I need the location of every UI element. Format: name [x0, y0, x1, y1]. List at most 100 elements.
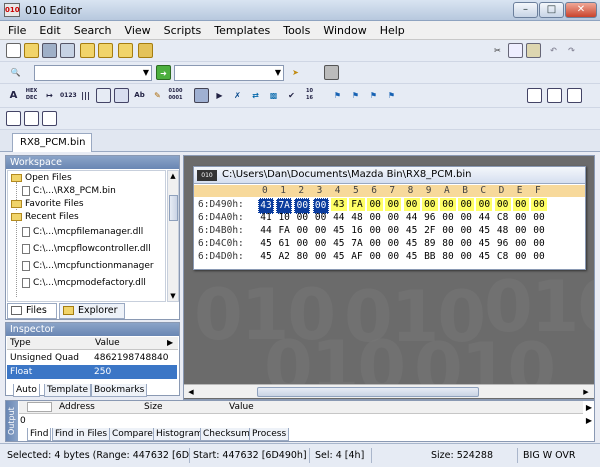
hex-byte[interactable]: 00 — [531, 198, 547, 211]
hex-byte[interactable]: 00 — [294, 211, 310, 224]
inspector-panel-icon[interactable] — [24, 111, 39, 126]
tab-auto[interactable]: Auto — [13, 384, 40, 397]
hex-byte[interactable]: C8 — [495, 211, 511, 224]
hex-byte[interactable]: 44 — [258, 224, 274, 237]
hex-byte[interactable]: 00 — [294, 224, 310, 237]
ascii-icon[interactable]: Ab — [132, 88, 147, 103]
highlight-icon[interactable]: ✎ — [150, 88, 165, 103]
inspector-row-value-selected[interactable]: 250 — [92, 365, 177, 379]
columns-icon[interactable]: ||| — [78, 88, 93, 103]
tab-histogram[interactable]: Histogram — [153, 428, 206, 441]
compare-icon[interactable]: ⇄ — [248, 88, 263, 103]
hex-byte[interactable]: 10 — [276, 211, 292, 224]
window-cascade-icon[interactable] — [527, 88, 542, 103]
tab-explorer[interactable]: Explorer — [59, 303, 125, 319]
hex-byte[interactable]: 00 — [313, 237, 329, 250]
open-folder-icon[interactable] — [80, 43, 95, 58]
close-button[interactable]: ✕ — [565, 2, 597, 18]
window-arrange-icon[interactable] — [567, 88, 582, 103]
hex-byte[interactable]: A2 — [276, 250, 292, 263]
output-panel-icon[interactable] — [42, 111, 57, 126]
hex-view-icon[interactable]: ↦ — [42, 88, 57, 103]
menu-tools[interactable]: Tools — [283, 24, 310, 37]
tab-find[interactable]: Find — [27, 428, 52, 441]
hex-byte[interactable]: 41 — [258, 211, 274, 224]
checksum-icon[interactable]: ✔ — [284, 88, 299, 103]
hex-byte[interactable]: 00 — [494, 198, 511, 211]
hex-byte[interactable]: 00 — [458, 211, 474, 224]
hex-byte[interactable]: 00 — [385, 224, 401, 237]
scroll-right-icon[interactable]: ▶ — [581, 387, 591, 397]
hex-byte[interactable]: 00 — [531, 211, 547, 224]
tree-item-recent[interactable]: C:\...\mcpflowcontroller.dll — [22, 243, 151, 256]
find-next-icon[interactable]: ➜ — [156, 65, 171, 80]
close-file-icon[interactable] — [118, 43, 133, 58]
base-convert-icon[interactable]: 10 16 — [302, 88, 317, 103]
scroll-right-icon[interactable]: ▶ — [167, 336, 177, 350]
col-type[interactable]: Type — [10, 336, 31, 350]
tree-item-rx8-pcm[interactable]: C:\...\RX8_PCM.bin — [22, 185, 116, 198]
menu-window[interactable]: Window — [323, 24, 366, 37]
output-check-column[interactable] — [27, 402, 52, 412]
hex-byte[interactable]: 00 — [513, 224, 529, 237]
find-icon[interactable]: 🔍 — [8, 65, 23, 80]
goto-icon[interactable]: ➤ — [288, 65, 303, 80]
hex-byte[interactable]: 89 — [422, 237, 438, 250]
inspector-row-type-selected[interactable]: Float — [7, 365, 92, 379]
hex-byte[interactable]: 00 — [531, 250, 547, 263]
title-bar[interactable]: 010 010 Editor – □ ✕ — [0, 0, 600, 21]
hex-byte[interactable]: 00 — [513, 211, 529, 224]
hex-byte[interactable]: 00 — [313, 250, 329, 263]
hex-byte[interactable]: 00 — [403, 198, 420, 211]
hex-byte[interactable]: 00 — [367, 237, 383, 250]
hex-byte[interactable]: 00 — [458, 250, 474, 263]
hex-row[interactable]: 6:D4A0h: 41 10 00 00 44 48 00 00 44 96 00 00 44 C8 00 00 — [194, 211, 585, 224]
histogram-icon[interactable]: ▩ — [266, 88, 281, 103]
binary-icon[interactable]: 0100 0001 — [168, 88, 183, 103]
hex-byte[interactable]: 00 — [440, 224, 456, 237]
scroll-left-icon[interactable]: ◀ — [186, 387, 196, 397]
hex-byte[interactable]: 00 — [385, 250, 401, 263]
hex-byte[interactable]: 80 — [440, 250, 456, 263]
hex-byte[interactable]: 00 — [513, 250, 529, 263]
goto-input[interactable]: ▼ — [174, 65, 284, 81]
font-icon[interactable]: A — [6, 88, 21, 103]
menu-templates[interactable]: Templates — [214, 24, 270, 37]
tree-item-recent[interactable]: C:\...\mcpfunctionmanager — [22, 260, 154, 273]
hex-byte[interactable]: 00 — [476, 198, 493, 211]
workspace-panel-icon[interactable] — [6, 111, 21, 126]
hex-byte[interactable]: FA — [276, 224, 292, 237]
tree-item-recent-files[interactable]: Recent Files — [11, 211, 79, 224]
hex-byte[interactable]: 61 — [276, 237, 292, 250]
hex-byte[interactable]: 45 — [404, 250, 420, 263]
find-dropdown-icon[interactable]: ▼ — [143, 66, 149, 80]
hex-byte[interactable]: FA — [349, 198, 365, 211]
hex-row[interactable]: 6:D4B0h: 44 FA 00 00 45 16 00 00 45 2F 00 00 45 48 00 00 — [194, 224, 585, 237]
menu-help[interactable]: Help — [380, 24, 405, 37]
hex-byte[interactable]: 00 — [385, 237, 401, 250]
hex-byte[interactable]: BB — [422, 250, 438, 263]
tree-item-favorite-files[interactable]: Favorite Files — [11, 198, 84, 211]
hex-byte[interactable]: 00 — [294, 237, 310, 250]
hex-byte[interactable]: 00 — [531, 224, 547, 237]
tab-compare[interactable]: Compare — [109, 428, 156, 441]
tab-template[interactable]: Template — [44, 384, 92, 397]
scroll-down-icon[interactable]: ▼ — [168, 291, 178, 301]
bookmark-next-icon[interactable]: ⚑ — [348, 88, 363, 103]
scroll-down-icon[interactable]: ▶ — [583, 414, 595, 428]
hex-row[interactable]: 6:D490h: 43 7A 00 00 43 FA 00 00 00 00 00 00 00 00 00 00 — [194, 198, 585, 214]
hex-byte[interactable]: 2F — [422, 224, 438, 237]
undo-icon[interactable]: ↶ — [546, 43, 561, 58]
tab-files[interactable]: Files — [7, 303, 57, 319]
hex-byte[interactable]: AF — [349, 250, 365, 263]
menu-scripts[interactable]: Scripts — [164, 24, 202, 37]
hex-byte[interactable]: 00 — [367, 250, 383, 263]
hex-byte[interactable]: 44 — [476, 211, 492, 224]
hex-byte[interactable]: 00 — [421, 198, 438, 211]
tree-item-recent[interactable]: C:\...\mcpmodefactory.dll — [22, 277, 146, 290]
hex-byte[interactable]: 96 — [422, 211, 438, 224]
hex-byte[interactable]: 45 — [258, 237, 274, 250]
hex-byte[interactable]: 43 — [330, 198, 347, 211]
calculator-icon[interactable] — [194, 88, 209, 103]
copy-icon[interactable] — [508, 43, 523, 58]
